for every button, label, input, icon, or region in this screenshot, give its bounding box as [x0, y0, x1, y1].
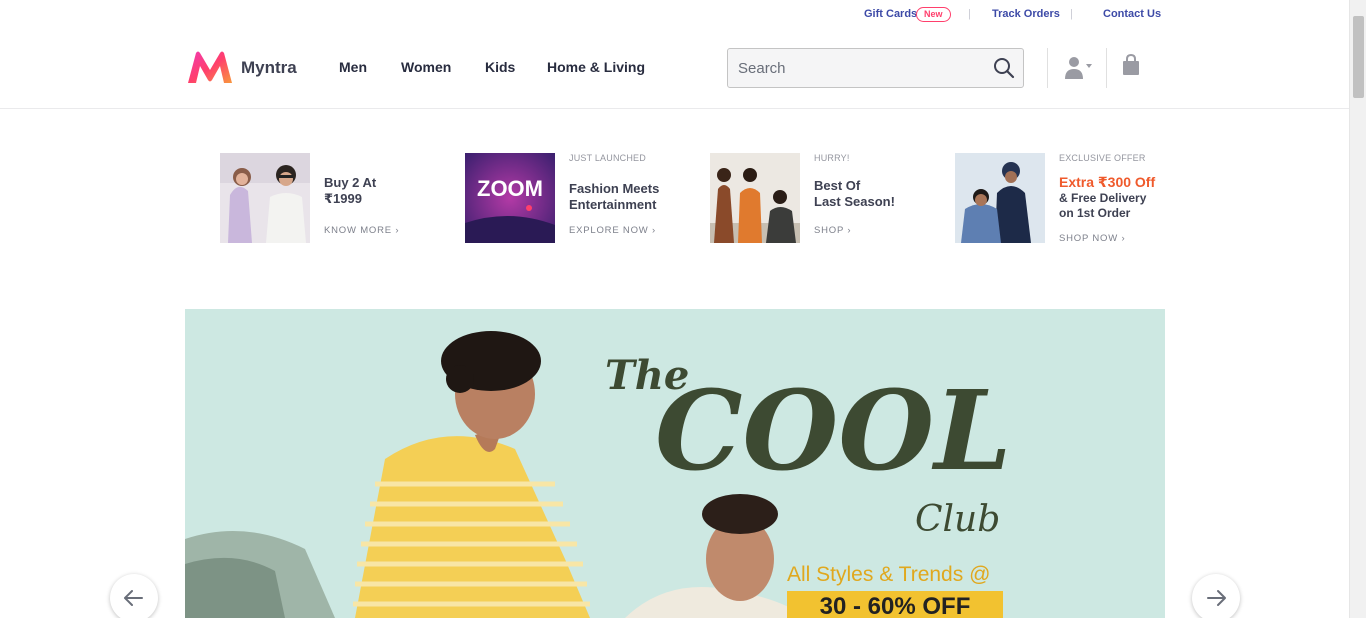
promo-title: Fashion Meets Entertainment — [569, 181, 660, 212]
promo-kicker: JUST LAUNCHED — [569, 153, 646, 163]
contact-us-link[interactable]: Contact Us — [1103, 8, 1161, 20]
carousel-prev-button[interactable] — [110, 574, 158, 618]
search-input[interactable] — [728, 49, 983, 87]
promo-title: Buy 2 At ₹1999 — [324, 175, 377, 206]
page-scrollbar[interactable] — [1349, 0, 1366, 618]
gift-cards-link[interactable]: Gift Cards — [864, 8, 917, 20]
arrow-left-icon — [124, 590, 143, 606]
promo-link[interactable]: SHOP › — [814, 225, 851, 236]
track-orders-link[interactable]: Track Orders — [992, 8, 1060, 20]
user-icon[interactable] — [1064, 56, 1094, 80]
promo-title: Best Of Last Season! — [814, 178, 895, 209]
promo-kicker: HURRY! — [814, 153, 850, 163]
site-header: Myntra Men Women Kids Home & Living — [0, 28, 1349, 109]
promo-link[interactable]: KNOW MORE › — [324, 225, 399, 236]
banner-offer: 30 - 60% OFF — [820, 593, 971, 618]
promo-card[interactable]: EXCLUSIVE OFFER Extra ₹300 Off & Free De… — [955, 153, 1195, 248]
divider — [1106, 48, 1107, 88]
new-badge: New — [916, 7, 951, 22]
bag-icon[interactable] — [1122, 54, 1140, 76]
brand-name[interactable]: Myntra — [241, 58, 297, 78]
promo-card[interactable]: ZOOM JUST LAUNCHED Fashion Meets Enterta… — [465, 153, 705, 248]
hero-banner[interactable]: The COOL Club All Styles & Trends @ 30 -… — [185, 309, 1165, 618]
nav-women[interactable]: Women — [401, 59, 451, 75]
arrow-right-icon — [1207, 590, 1226, 606]
hero-banner-image: The COOL Club All Styles & Trends @ 30 -… — [185, 309, 1165, 618]
divider — [1047, 48, 1048, 88]
scrollbar-thumb[interactable] — [1353, 16, 1364, 98]
banner-tagline: All Styles & Trends @ — [787, 563, 990, 586]
search-icon[interactable] — [993, 57, 1015, 79]
promo-card[interactable]: Buy 2 At ₹1999 KNOW MORE › — [220, 153, 460, 248]
promo-image[interactable]: ZOOM — [465, 153, 555, 243]
promo-link[interactable]: EXPLORE NOW › — [569, 225, 656, 236]
separator: | — [1070, 8, 1073, 20]
promo-card[interactable]: HURRY! Best Of Last Season! SHOP › — [710, 153, 950, 248]
banner-headline-tail: Club — [915, 499, 1000, 540]
promo-image[interactable] — [220, 153, 310, 243]
promo-title-accent: Extra ₹300 Off — [1059, 174, 1156, 190]
promo-image[interactable] — [710, 153, 800, 243]
nav-home-living[interactable]: Home & Living — [547, 59, 645, 75]
separator: | — [968, 8, 971, 20]
nav-men[interactable]: Men — [339, 59, 367, 75]
zoom-tile-text: ZOOM — [477, 176, 543, 201]
promo-title: & Free Delivery on 1st Order — [1059, 191, 1147, 220]
carousel-next-button[interactable] — [1192, 574, 1240, 618]
banner-headline-big: COOL — [655, 366, 1012, 495]
promo-image[interactable] — [955, 153, 1045, 243]
promo-kicker: EXCLUSIVE OFFER — [1059, 153, 1146, 163]
nav-kids[interactable]: Kids — [485, 59, 515, 75]
utility-bar: Gift Cards New | Track Orders | Contact … — [0, 0, 1349, 28]
search-box — [727, 48, 1024, 88]
myntra-logo-icon[interactable] — [186, 50, 234, 84]
promo-link[interactable]: SHOP NOW › — [1059, 233, 1125, 244]
